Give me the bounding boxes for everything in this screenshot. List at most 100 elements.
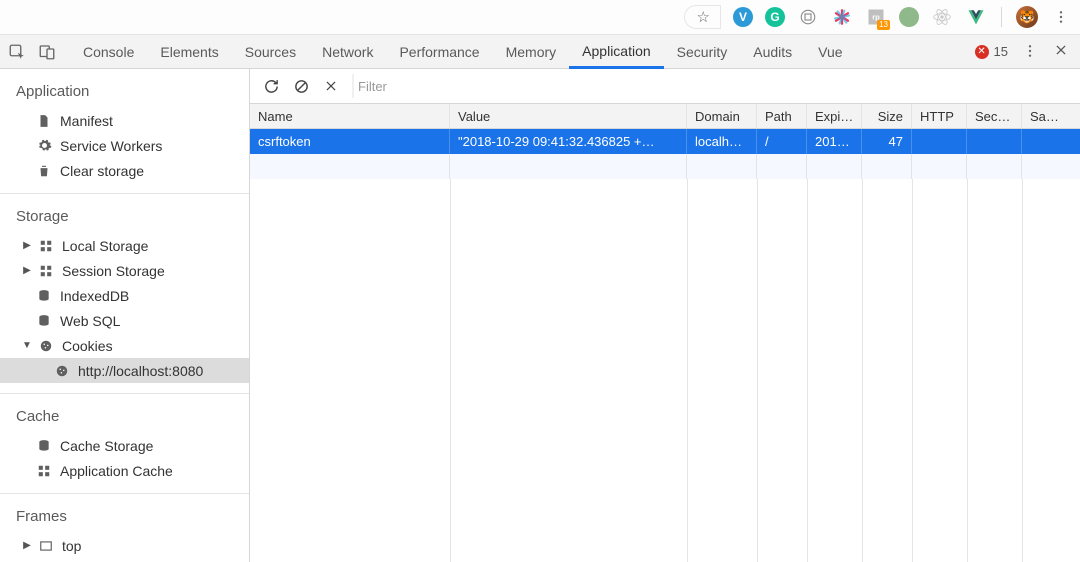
sidebar-item-indexeddb[interactable]: IndexedDB xyxy=(0,283,249,308)
chevron-right-icon: ▶ xyxy=(22,240,32,251)
sidebar-item-top-frame[interactable]: ▶ top xyxy=(0,533,249,558)
tab-application[interactable]: Application xyxy=(569,36,664,69)
cell-http xyxy=(912,129,967,154)
ext-icon-green[interactable] xyxy=(899,7,919,27)
sidebar-item-label: Clear storage xyxy=(60,163,144,179)
col-domain[interactable]: Domain xyxy=(687,104,757,128)
refresh-icon[interactable] xyxy=(262,77,280,95)
sidebar-item-local-storage[interactable]: ▶ Local Storage xyxy=(0,233,249,258)
col-expires[interactable]: Expi… xyxy=(807,104,862,128)
sidebar-item-service-workers[interactable]: Service Workers xyxy=(0,133,249,158)
sidebar-item-label: Local Storage xyxy=(62,238,148,254)
error-count-value: 15 xyxy=(994,44,1008,59)
sidebar-title-frames: Frames xyxy=(0,502,249,533)
tab-security[interactable]: Security xyxy=(664,35,741,68)
sidebar-item-label: http://localhost:8080 xyxy=(78,363,203,379)
table-row-empty[interactable] xyxy=(250,154,1080,179)
sidebar-item-cache-storage[interactable]: Cache Storage xyxy=(0,433,249,458)
col-size[interactable]: Size xyxy=(862,104,912,128)
tab-network[interactable]: Network xyxy=(309,35,386,68)
sidebar-item-label: Cookies xyxy=(62,338,113,354)
cell-domain: localh… xyxy=(687,129,757,154)
sidebar-item-label: Manifest xyxy=(60,113,113,129)
col-value[interactable]: Value xyxy=(450,104,687,128)
sidebar-item-label: Service Workers xyxy=(60,138,162,154)
cookie-icon xyxy=(54,363,70,379)
filter-input[interactable] xyxy=(352,74,722,98)
chevron-right-icon: ▶ xyxy=(22,540,32,551)
cell-name: csrftoken xyxy=(250,129,450,154)
sidebar-item-label: Application Cache xyxy=(60,463,173,479)
cell-samesite xyxy=(1022,129,1080,154)
ext-icon-asterisk[interactable] xyxy=(831,6,853,28)
ext-icon-react[interactable] xyxy=(931,6,953,28)
sidebar-item-label: Session Storage xyxy=(62,263,165,279)
sidebar-item-session-storage[interactable]: ▶ Session Storage xyxy=(0,258,249,283)
ext-icon-circle[interactable] xyxy=(797,6,819,28)
inspect-icon[interactable] xyxy=(8,43,26,61)
sidebar-item-cookie-origin[interactable]: http://localhost:8080 xyxy=(0,358,249,383)
tab-console[interactable]: Console xyxy=(70,35,147,68)
devtools-tabs: Console Elements Sources Network Perform… xyxy=(70,35,856,68)
error-count[interactable]: ✕ 15 xyxy=(975,44,1008,59)
devtools-main: Application Manifest Service Workers Cle… xyxy=(0,69,1080,562)
sidebar-item-manifest[interactable]: Manifest xyxy=(0,108,249,133)
trash-icon xyxy=(36,163,52,179)
sidebar-item-label: top xyxy=(62,538,81,554)
tab-vue[interactable]: Vue xyxy=(805,35,855,68)
browser-menu-icon[interactable] xyxy=(1050,6,1072,28)
col-name[interactable]: Name xyxy=(250,104,450,128)
chevron-down-icon: ▼ xyxy=(22,340,32,351)
cookie-icon xyxy=(38,338,54,354)
cookie-table: Name Value Domain Path Expi… Size HTTP S… xyxy=(250,104,1080,562)
col-samesite[interactable]: Sa… xyxy=(1022,104,1080,128)
ext-icon-grammarly[interactable]: G xyxy=(765,7,785,27)
table-body-empty xyxy=(250,179,1080,562)
col-secure[interactable]: Sec… xyxy=(967,104,1022,128)
sidebar-item-label: IndexedDB xyxy=(60,288,129,304)
ext-icon-axure[interactable]: rp 13 xyxy=(865,6,887,28)
gear-icon xyxy=(36,138,52,154)
delete-icon[interactable] xyxy=(322,77,340,95)
sidebar-item-clear-storage[interactable]: Clear storage xyxy=(0,158,249,183)
chevron-right-icon: ▶ xyxy=(22,265,32,276)
device-toggle-icon[interactable] xyxy=(38,43,56,61)
table-header: Name Value Domain Path Expi… Size HTTP S… xyxy=(250,104,1080,129)
tab-audits[interactable]: Audits xyxy=(740,35,805,68)
clear-all-icon[interactable] xyxy=(292,77,310,95)
col-path[interactable]: Path xyxy=(757,104,807,128)
sidebar-item-web-sql[interactable]: Web SQL xyxy=(0,308,249,333)
sidebar-title-application: Application xyxy=(0,77,249,108)
cell-path: / xyxy=(757,129,807,154)
tab-sources[interactable]: Sources xyxy=(232,35,309,68)
db-icon xyxy=(36,288,52,304)
error-icon: ✕ xyxy=(975,45,989,59)
ext-icon-vimium[interactable]: V xyxy=(733,7,753,27)
ext-badge: 13 xyxy=(877,20,890,30)
tab-elements[interactable]: Elements xyxy=(147,35,231,68)
ext-icon-vue[interactable] xyxy=(965,6,987,28)
devtools-menu-icon[interactable] xyxy=(1022,43,1040,61)
cookie-toolbar xyxy=(250,69,1080,104)
frame-icon xyxy=(38,538,54,554)
cell-expires: 201… xyxy=(807,129,862,154)
file-icon xyxy=(36,113,52,129)
close-icon[interactable] xyxy=(1054,43,1072,61)
sidebar-item-application-cache[interactable]: Application Cache xyxy=(0,458,249,483)
sidebar-item-label: Cache Storage xyxy=(60,438,153,454)
tab-memory[interactable]: Memory xyxy=(493,35,570,68)
col-http[interactable]: HTTP xyxy=(912,104,967,128)
cell-value: "2018-10-29 09:41:32.436825 +… xyxy=(450,129,687,154)
sidebar-item-label: Web SQL xyxy=(60,313,120,329)
grid-icon xyxy=(38,263,54,279)
sidebar-section-application: Application Manifest Service Workers Cle… xyxy=(0,69,249,194)
tab-performance[interactable]: Performance xyxy=(386,35,492,68)
bookmark-star-icon[interactable]: ☆ xyxy=(684,5,721,29)
table-row[interactable]: csrftoken "2018-10-29 09:41:32.436825 +…… xyxy=(250,129,1080,154)
sidebar-section-frames: Frames ▶ top xyxy=(0,494,249,562)
profile-avatar[interactable]: 🐯 xyxy=(1016,6,1038,28)
sidebar-title-storage: Storage xyxy=(0,202,249,233)
browser-toolbar: ☆ V G rp 13 🐯 xyxy=(0,0,1080,35)
sidebar-item-cookies[interactable]: ▼ Cookies xyxy=(0,333,249,358)
sidebar-section-storage: Storage ▶ Local Storage ▶ Session Storag… xyxy=(0,194,249,394)
